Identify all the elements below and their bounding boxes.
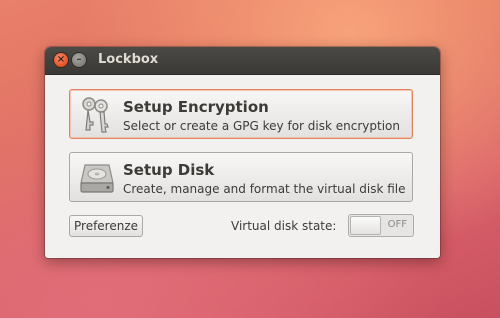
virtual-disk-toggle[interactable]: OFF bbox=[348, 214, 414, 237]
setup-disk-subtitle: Create, manage and format the virtual di… bbox=[123, 182, 406, 196]
toggle-knob[interactable] bbox=[350, 216, 381, 235]
minimize-icon: – bbox=[76, 54, 82, 65]
close-icon: × bbox=[56, 54, 66, 65]
setup-encryption-button[interactable]: Setup Encryption Select or create a GPG … bbox=[69, 89, 413, 139]
keys-icon bbox=[82, 97, 109, 133]
titlebar[interactable]: × – Lockbox bbox=[45, 47, 440, 75]
preferences-button[interactable]: Preferenze bbox=[69, 215, 144, 237]
setup-encryption-subtitle: Select or create a GPG key for disk encr… bbox=[123, 119, 400, 133]
setup-disk-button[interactable]: Setup Disk Create, manage and format the… bbox=[69, 152, 413, 202]
virtual-disk-state-label: Virtual disk state: bbox=[231, 219, 337, 233]
close-button[interactable]: × bbox=[54, 53, 68, 67]
setup-disk-title: Setup Disk bbox=[123, 161, 215, 179]
lockbox-window: × – Lockbox Setup Encryption Select or c… bbox=[45, 47, 440, 258]
toggle-state-text: OFF bbox=[387, 219, 407, 230]
hard-disk-icon bbox=[80, 164, 114, 193]
setup-encryption-title: Setup Encryption bbox=[123, 98, 269, 116]
window-title: Lockbox bbox=[98, 52, 159, 67]
minimize-button[interactable]: – bbox=[72, 53, 86, 67]
